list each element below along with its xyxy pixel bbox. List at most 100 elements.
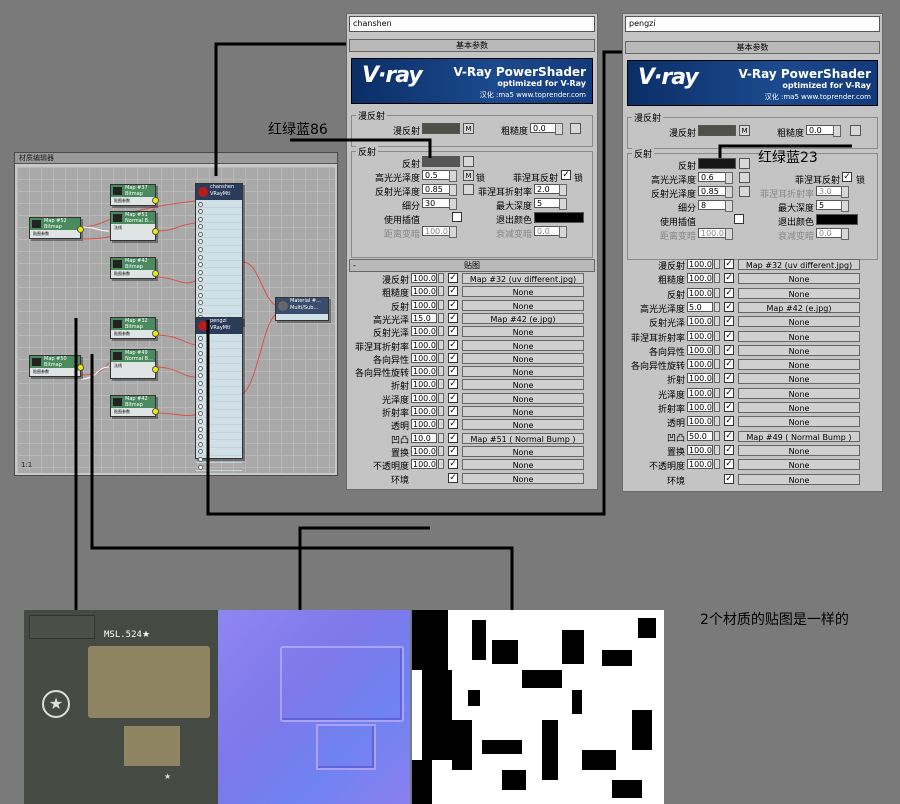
map-amount-field[interactable]: 100.0 [411, 273, 437, 283]
roughness-spinner[interactable]: 0.0 [530, 123, 563, 135]
map-amount-field[interactable]: 100.0 [687, 387, 713, 398]
map-enable-checkbox[interactable]: ✓ [448, 312, 458, 323]
map-slot-button[interactable]: None [738, 459, 860, 471]
material-name-field[interactable]: chanshen [349, 16, 595, 32]
map-amount-field[interactable]: 100.0 [687, 259, 713, 269]
map-amount-spinner[interactable] [714, 301, 720, 312]
map-amount-field[interactable]: 100.0 [411, 419, 437, 430]
map-enable-checkbox[interactable]: ✓ [448, 392, 458, 403]
map-amount-field[interactable]: 100.0 [687, 344, 713, 355]
map-slot-button[interactable]: None [462, 326, 584, 338]
map-amount-field[interactable]: 100.0 [687, 444, 713, 455]
map-enable-checkbox[interactable]: ✓ [448, 445, 458, 456]
map-enable-checkbox[interactable]: ✓ [724, 430, 734, 441]
map-amount-spinner[interactable] [438, 392, 444, 403]
rollout-basic-params[interactable]: 基本参数 [349, 39, 595, 52]
map-enable-checkbox[interactable]: ✓ [724, 259, 734, 269]
map-enable-checkbox[interactable]: ✓ [724, 301, 734, 312]
map-amount-field[interactable]: 100.0 [687, 287, 713, 298]
maxdepth-spinner[interactable]: 5 [816, 200, 849, 212]
map-slot-button[interactable]: None [462, 392, 584, 404]
reflect-color-swatch[interactable] [698, 158, 736, 169]
dim-distance-spinner[interactable]: 100.0 [422, 226, 457, 238]
map-amount-field[interactable]: 100.0 [687, 416, 713, 427]
map-amount-spinner[interactable] [438, 352, 444, 363]
refl-gloss-map[interactable] [739, 186, 750, 197]
map-slot-button[interactable]: None [462, 459, 584, 471]
roughness-map-button[interactable] [570, 123, 581, 134]
map-amount-spinner[interactable] [714, 359, 720, 370]
map-amount-field[interactable]: 100.0 [411, 445, 437, 456]
output-socket[interactable] [152, 366, 159, 373]
map-slot-button[interactable]: None [462, 366, 584, 378]
output-socket[interactable] [152, 270, 159, 277]
refl-gloss-map[interactable] [463, 184, 474, 195]
map-amount-spinner[interactable] [714, 459, 720, 470]
map-amount-field[interactable]: 100.0 [411, 392, 437, 403]
map-amount-field[interactable]: 10.0 [411, 432, 437, 443]
map-enable-checkbox[interactable]: ✓ [724, 287, 734, 298]
vray-node-pengzi[interactable]: pengzi VRayMtl [195, 317, 243, 471]
fresnel-checkbox[interactable]: ✓ [842, 172, 852, 182]
diffuse-color-swatch[interactable] [422, 123, 460, 134]
map-amount-spinner[interactable] [714, 330, 720, 341]
map-amount-spinner[interactable] [714, 444, 720, 455]
map-enable-checkbox[interactable]: ✓ [724, 373, 734, 384]
map-amount-spinner[interactable] [438, 366, 444, 377]
map-node-42a[interactable]: Map #42 Bitmap 贴图参数 [110, 257, 159, 279]
map-amount-spinner[interactable] [714, 373, 720, 384]
map-enable-checkbox[interactable]: ✓ [448, 472, 458, 483]
map-enable-checkbox[interactable]: ✓ [448, 339, 458, 350]
map-node-42b[interactable]: Map #42 Bitmap 贴图参数 [110, 395, 159, 417]
reflect-map-button[interactable] [739, 158, 750, 169]
map-amount-field[interactable]: 100.0 [687, 316, 713, 327]
map-slot-button[interactable]: None [462, 352, 584, 364]
maxdepth-spinner[interactable]: 5 [534, 198, 567, 210]
dim-falloff-spinner[interactable]: 0.0 [534, 226, 567, 238]
multi-sub-node[interactable]: Material #... Multi/Sub... [275, 297, 329, 321]
output-socket[interactable] [152, 228, 159, 235]
roughness-spinner[interactable]: 0.0 [806, 125, 841, 137]
diffuse-map-button[interactable]: M [463, 123, 474, 134]
map-amount-spinner[interactable] [714, 287, 720, 298]
map-slot-button[interactable]: None [738, 330, 860, 342]
map-amount-field[interactable]: 100.0 [411, 286, 437, 297]
map-amount-spinner[interactable] [714, 344, 720, 355]
output-socket[interactable] [152, 197, 159, 204]
map-node-37[interactable]: Map #37 Bitmap 贴图参数 [110, 184, 159, 206]
rollout-maps[interactable]: - 贴图 [349, 259, 595, 272]
material-name-field[interactable]: pengzi [625, 16, 880, 32]
map-slot-button[interactable]: None [462, 472, 584, 484]
map-enable-checkbox[interactable]: ✓ [724, 330, 734, 341]
map-enable-checkbox[interactable]: ✓ [724, 273, 734, 284]
map-enable-checkbox[interactable]: ✓ [448, 286, 458, 297]
map-amount-spinner[interactable] [438, 419, 444, 430]
map-slot-button[interactable]: None [738, 387, 860, 399]
map-amount-field[interactable]: 100.0 [411, 459, 437, 470]
map-enable-checkbox[interactable]: ✓ [724, 416, 734, 427]
map-slot-button[interactable]: None [738, 402, 860, 413]
map-node-49[interactable]: Map #49 Normal B... 法线 [110, 349, 159, 379]
map-enable-checkbox[interactable]: ✓ [448, 299, 458, 310]
map-amount-spinner[interactable] [714, 387, 720, 398]
map-amount-spinner[interactable] [714, 402, 720, 412]
map-amount-field[interactable]: 100.0 [411, 339, 437, 350]
refl-gloss-spinner[interactable]: 0.85 [698, 186, 733, 198]
exit-color-swatch[interactable] [816, 214, 858, 225]
map-slot-button[interactable]: None [738, 316, 860, 328]
interp-checkbox[interactable] [452, 212, 462, 222]
hilight-gloss-spinner[interactable]: 0.6 [698, 172, 733, 184]
map-amount-spinner[interactable] [438, 432, 444, 443]
map-enable-checkbox[interactable]: ✓ [448, 459, 458, 470]
map-enable-checkbox[interactable]: ✓ [724, 359, 734, 370]
rollout-basic-params[interactable]: 基本参数 [625, 41, 880, 54]
dim-distance-spinner[interactable]: 100.0 [698, 228, 733, 240]
map-amount-field[interactable]: 15.0 [411, 312, 437, 323]
map-node-50[interactable]: Map #50 Bitmap 贴图参数 [29, 355, 84, 377]
map-slot-button[interactable]: None [462, 406, 584, 417]
map-slot-button[interactable]: None [738, 273, 860, 285]
map-amount-spinner[interactable] [438, 379, 444, 390]
map-amount-spinner[interactable] [714, 273, 720, 284]
fresnel-ior-spinner[interactable]: 2.0 [534, 184, 567, 196]
map-slot-button[interactable]: None [462, 419, 584, 431]
